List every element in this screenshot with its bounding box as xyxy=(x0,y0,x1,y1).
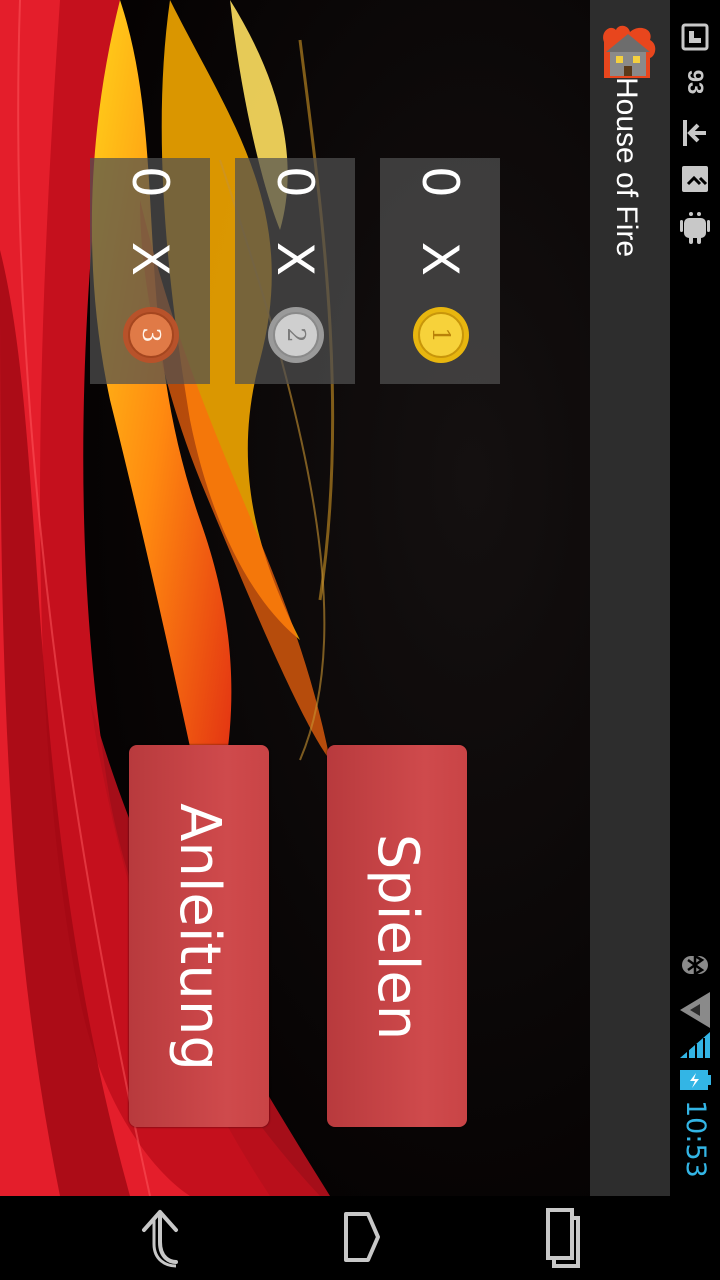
home-button[interactable] xyxy=(312,1204,412,1274)
status-bar xyxy=(670,0,720,1196)
wifi-icon xyxy=(680,992,710,1028)
house-fire-icon xyxy=(603,25,656,78)
score-count: 0 X xyxy=(411,166,469,290)
play-button[interactable]: Spielen xyxy=(327,745,467,1127)
coin-number: 2 xyxy=(282,327,310,342)
battery-level-text: 93 xyxy=(683,69,708,95)
score-tile-silver: 0 X 2 xyxy=(235,158,355,384)
android-icon xyxy=(680,212,710,244)
upload-icon xyxy=(683,120,706,146)
usb-icon xyxy=(682,166,708,192)
coin-number: 3 xyxy=(137,327,165,342)
gold-coin-icon: 1 xyxy=(413,307,469,363)
score-tile-bronze: 0 X 3 xyxy=(90,158,210,384)
home-icon xyxy=(344,1212,380,1262)
back-icon xyxy=(142,1210,178,1268)
recents-button[interactable] xyxy=(512,1204,612,1274)
bronze-coin-icon: 3 xyxy=(123,307,179,363)
instructions-button[interactable]: Anleitung xyxy=(129,745,269,1127)
app-title: House of Fire xyxy=(610,77,643,258)
recents-icon xyxy=(546,1208,580,1268)
navigation-bar xyxy=(0,1196,720,1280)
bluetooth-icon xyxy=(682,953,708,977)
coin-number: 1 xyxy=(427,327,455,342)
clock: 10:53 xyxy=(680,1100,711,1178)
score-count: 0 X xyxy=(266,166,324,290)
score-tile-gold: 0 X 1 xyxy=(380,158,500,384)
score-count: 0 X xyxy=(121,166,179,290)
back-button[interactable] xyxy=(110,1204,210,1274)
play-button-label: Spielen xyxy=(365,833,430,1041)
sim-icon xyxy=(681,23,709,51)
battery-icon xyxy=(680,1070,711,1090)
silver-coin-icon: 2 xyxy=(268,307,324,363)
signal-icon xyxy=(680,1032,710,1058)
instructions-button-label: Anleitung xyxy=(167,803,232,1071)
